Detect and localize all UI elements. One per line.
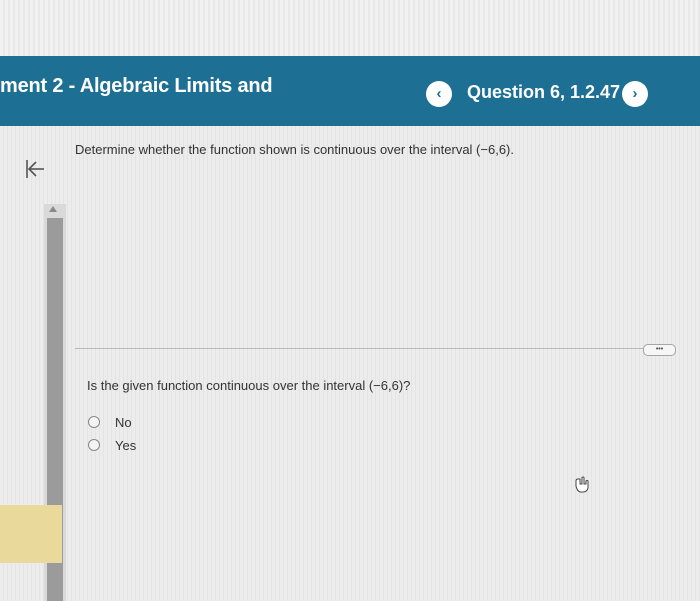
option-yes-label: Yes — [115, 437, 137, 453]
option-no-label: No — [115, 414, 132, 430]
scroll-up-icon[interactable] — [49, 206, 57, 212]
question-content: Determine whether the function shown is … — [0, 126, 700, 601]
radio-yes[interactable] — [88, 439, 100, 451]
divider — [75, 348, 645, 349]
chevron-left-icon: ‹ — [436, 85, 442, 102]
back-to-start-icon[interactable] — [22, 156, 48, 182]
more-button[interactable]: ••• — [643, 344, 676, 356]
header-bar: ment 2 - Algebraic Limits and ‹ Question… — [0, 56, 700, 126]
question-text: Is the given function continuous over th… — [87, 378, 411, 393]
previous-question-button[interactable]: ‹ — [426, 81, 452, 107]
option-yes[interactable]: Yes — [88, 436, 136, 454]
radio-no[interactable] — [88, 416, 100, 428]
option-no[interactable]: No — [88, 413, 132, 431]
top-strip — [0, 0, 700, 56]
question-prompt: Determine whether the function shown is … — [75, 142, 514, 157]
side-highlight — [0, 505, 62, 563]
next-question-button[interactable]: › — [622, 81, 648, 107]
chevron-right-icon: › — [632, 85, 638, 102]
assignment-title: ment 2 - Algebraic Limits and — [0, 75, 273, 97]
question-label: Question 6, 1.2.47 — [467, 82, 621, 102]
mouse-pointer-icon — [574, 476, 590, 494]
